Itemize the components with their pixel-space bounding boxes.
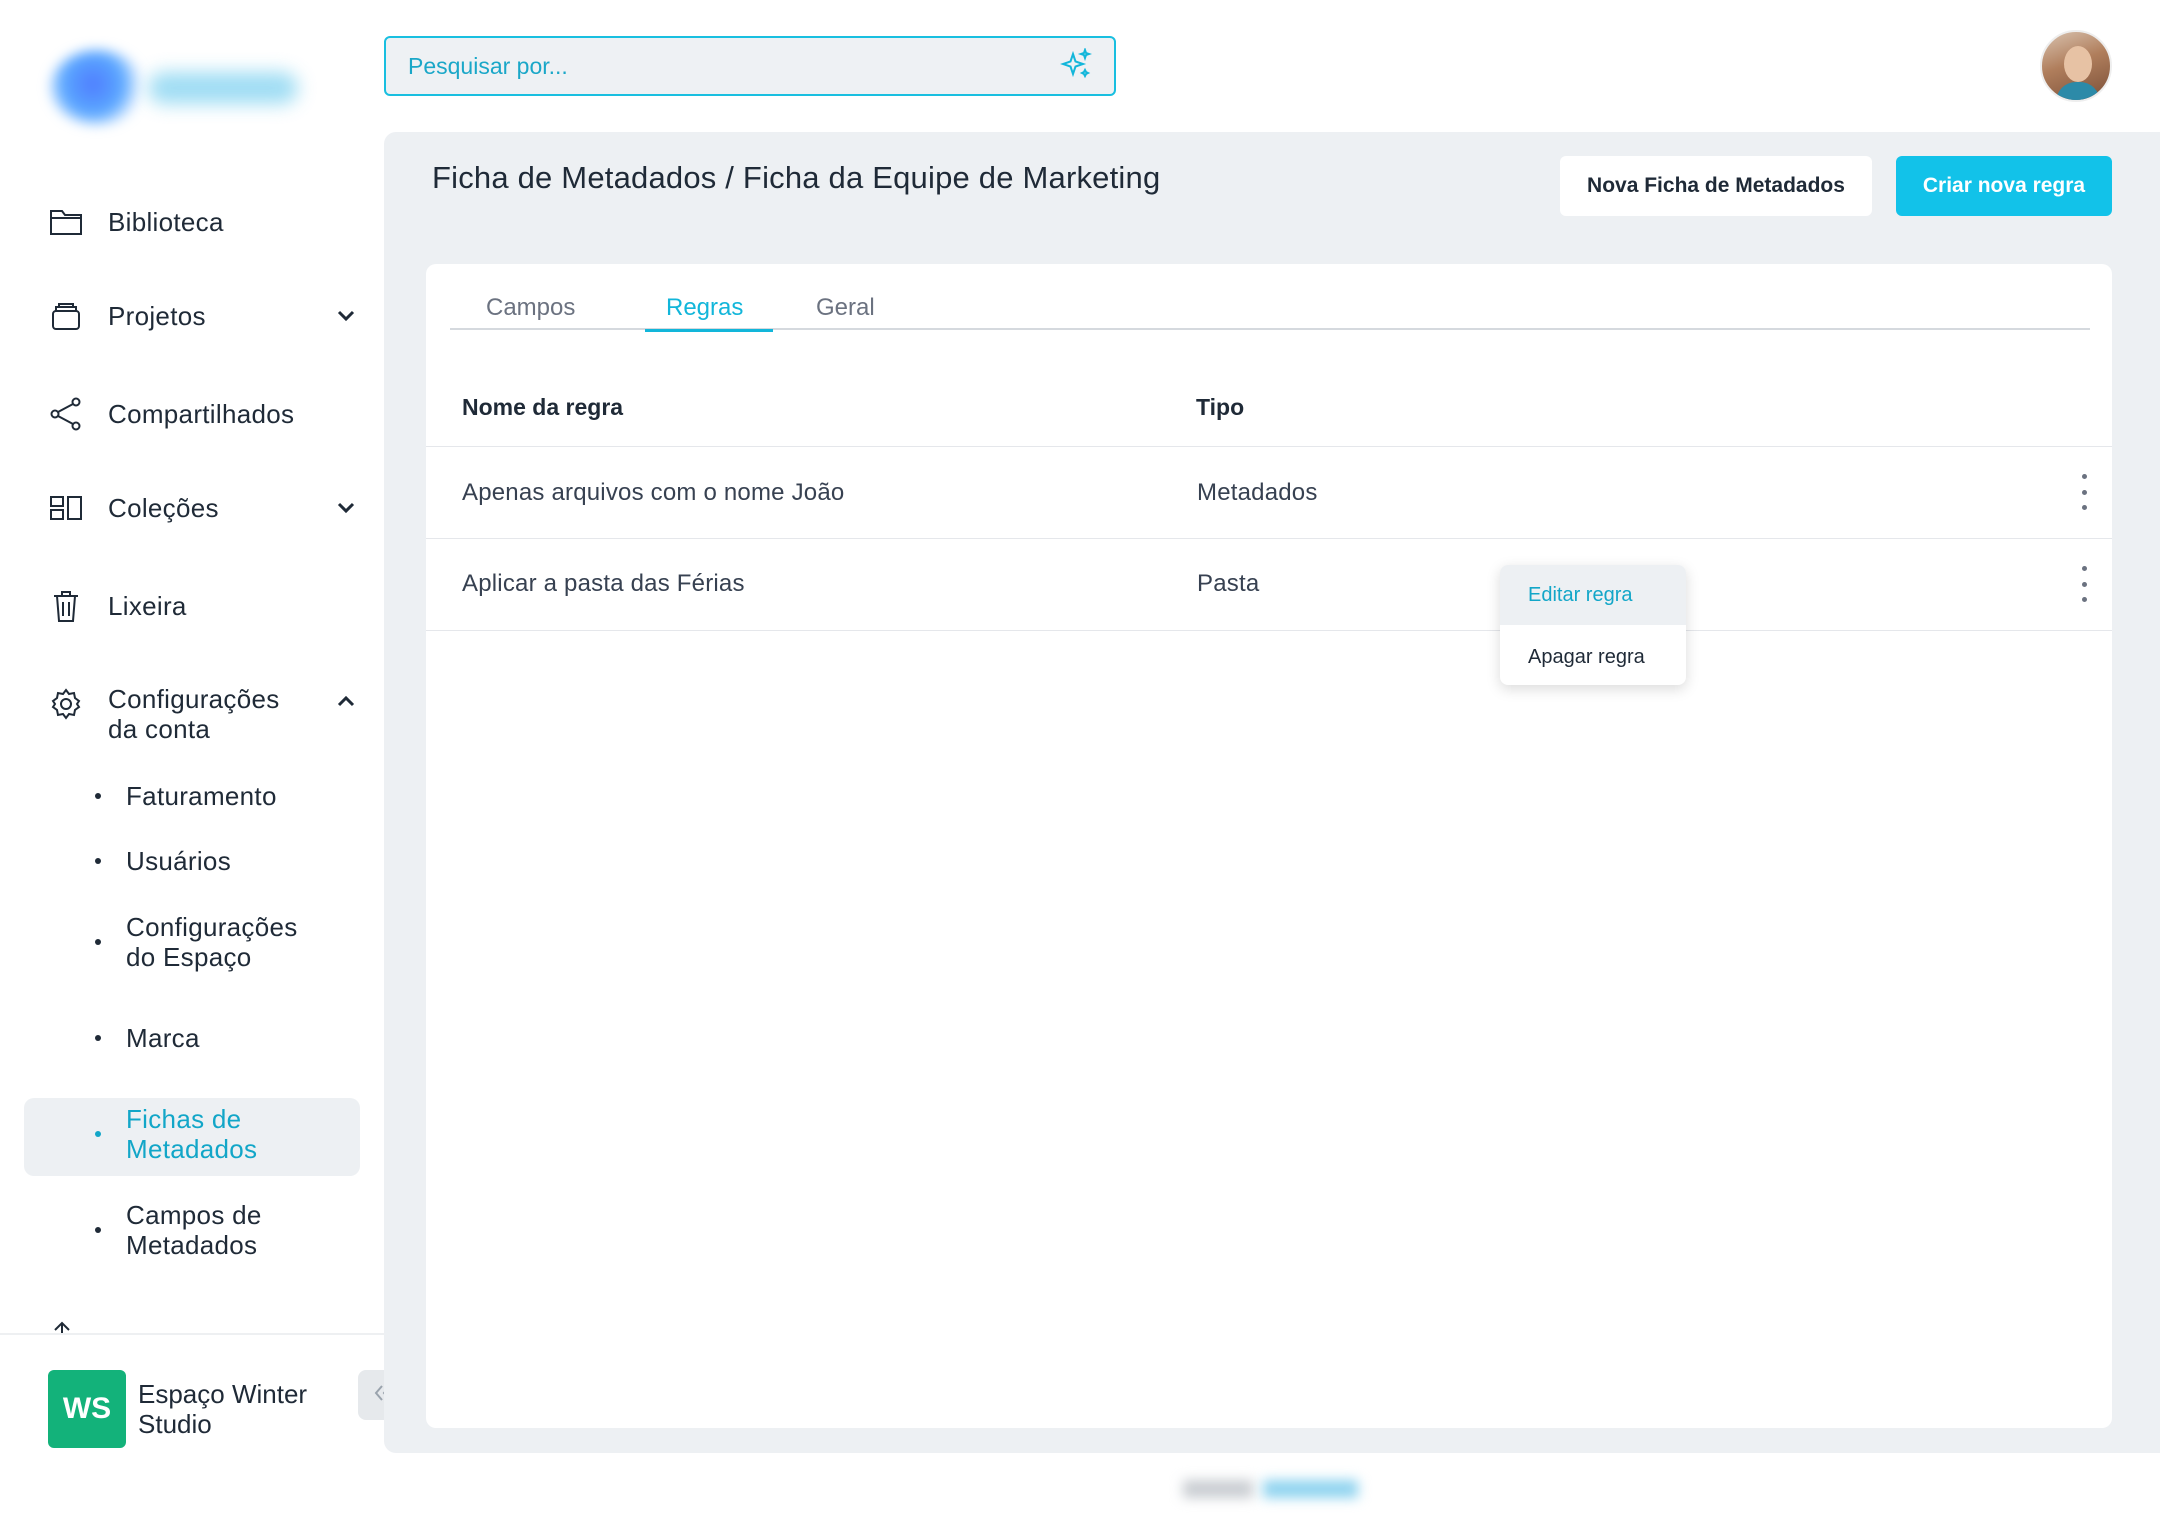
sidebar-item-projetos[interactable]: Projetos xyxy=(48,298,368,334)
gear-icon xyxy=(48,686,84,722)
sidebar-item-compartilhados[interactable]: Compartilhados xyxy=(48,396,294,432)
menu-item-edit-rule[interactable]: Editar regra xyxy=(1500,565,1686,625)
column-header-name: Nome da regra xyxy=(462,394,624,420)
brand-logo[interactable] xyxy=(40,40,300,130)
trash-icon xyxy=(48,588,84,624)
search-input[interactable] xyxy=(408,52,1060,80)
workspace-name: Espaço Winter Studio xyxy=(138,1379,308,1439)
main-panel: Ficha de Metadados / Ficha da Equipe de … xyxy=(384,132,2160,1453)
sidebar: Biblioteca Projetos Compartilhados Coleç… xyxy=(0,0,385,1536)
chevron-down-icon[interactable] xyxy=(333,303,359,329)
chevron-up-icon[interactable] xyxy=(333,688,359,714)
tab-bar: Campos Regras Geral xyxy=(450,294,2090,332)
search-bar[interactable] xyxy=(384,36,1116,96)
bullet-icon xyxy=(95,793,101,799)
footer-credit xyxy=(1183,1476,1363,1502)
sidebar-item-label: Projetos xyxy=(108,300,206,331)
row-context-menu: Editar regra Apagar regra xyxy=(1500,565,1686,685)
bullet-icon xyxy=(95,1227,101,1233)
rule-name-cell: Aplicar a pasta das Férias xyxy=(462,570,745,597)
tab-regras[interactable]: Regras xyxy=(666,294,743,322)
bullet-icon xyxy=(95,858,101,864)
bullet-icon xyxy=(95,1035,101,1041)
active-tab-indicator xyxy=(645,329,773,332)
bullet-icon xyxy=(95,939,101,945)
rule-type-cell: Pasta xyxy=(1197,570,1260,597)
folder-icon xyxy=(48,204,84,240)
kebab-icon[interactable] xyxy=(2074,564,2094,604)
bullet-icon xyxy=(95,1131,101,1137)
row-divider xyxy=(426,446,2112,447)
chevron-down-icon[interactable] xyxy=(333,495,359,521)
sidebar-item-label: Configurações da conta xyxy=(108,684,280,744)
page-title: Ficha de Metadados / Ficha da Equipe de … xyxy=(432,160,1161,195)
create-rule-button[interactable]: Criar nova regra xyxy=(1896,156,2112,216)
new-metadata-sheet-button[interactable]: Nova Ficha de Metadados xyxy=(1560,156,1872,216)
column-header-type: Tipo xyxy=(1196,394,1245,420)
sidebar-divider xyxy=(0,1333,385,1335)
sidebar-item-label: Coleções xyxy=(108,492,219,523)
sidebar-item-label: Biblioteca xyxy=(108,206,224,237)
rules-card: Campos Regras Geral Nome da regra Tipo A… xyxy=(426,264,2112,1428)
share-icon xyxy=(48,396,84,432)
row-divider xyxy=(426,538,2112,539)
menu-item-delete-rule[interactable]: Apagar regra xyxy=(1500,627,1686,685)
workspace-badge: WS xyxy=(48,1370,126,1448)
sidebar-item-partial[interactable] xyxy=(48,1316,328,1333)
sparkle-icon[interactable] xyxy=(1059,46,1093,85)
sidebar-item-colecoes[interactable]: Coleções xyxy=(48,490,368,526)
tab-geral[interactable]: Geral xyxy=(816,294,875,322)
kebab-icon[interactable] xyxy=(2074,472,2094,512)
sidebar-item-label: Lixeira xyxy=(108,590,187,621)
projects-icon xyxy=(48,298,84,334)
rule-type-cell: Metadados xyxy=(1197,479,1318,506)
collections-icon xyxy=(48,490,84,526)
sidebar-item-lixeira[interactable]: Lixeira xyxy=(48,588,187,624)
sidebar-item-biblioteca[interactable]: Biblioteca xyxy=(48,204,224,240)
sidebar-item-configuracoes-conta[interactable]: Configurações da conta xyxy=(48,684,368,744)
row-divider xyxy=(426,630,2112,631)
user-avatar[interactable] xyxy=(2040,30,2112,102)
rule-name-cell: Apenas arquivos com o nome João xyxy=(462,479,845,506)
tab-campos[interactable]: Campos xyxy=(486,294,575,322)
workspace-switcher[interactable]: WS Espaço Winter Studio xyxy=(48,1370,338,1448)
sidebar-item-label: Compartilhados xyxy=(108,398,295,429)
